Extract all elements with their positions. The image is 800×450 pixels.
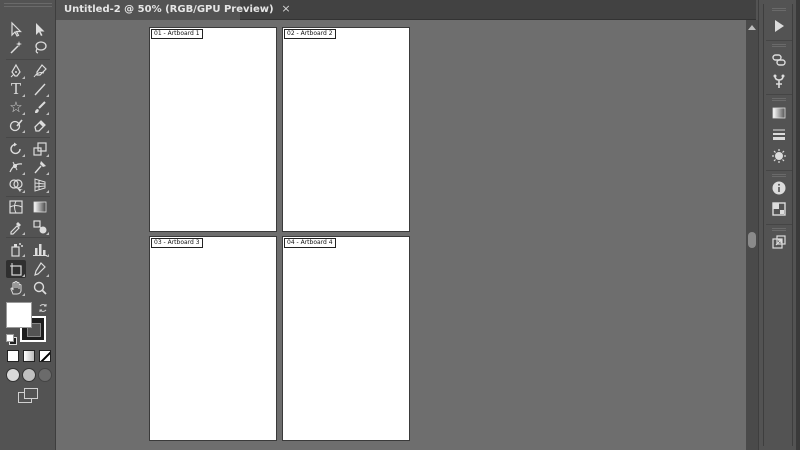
direct-selection-tool-icon[interactable]	[30, 20, 50, 38]
dock-divider	[766, 170, 792, 171]
dock-grip[interactable]	[772, 8, 786, 11]
panel-dock	[758, 0, 800, 450]
toolbar-divider	[6, 196, 50, 197]
color-mode-button[interactable]	[7, 350, 19, 362]
draw-normal-button[interactable]	[6, 368, 20, 382]
blend-tool-icon[interactable]	[30, 218, 50, 236]
dock-column	[763, 4, 793, 446]
shape-builder-tool-icon[interactable]	[6, 176, 26, 194]
pen-tool-icon[interactable]	[6, 62, 26, 80]
libraries-icon[interactable]	[770, 72, 788, 90]
appearance-icon[interactable]	[770, 147, 788, 165]
document-tab[interactable]: Untitled-2 @ 50% (RGB/GPU Preview)	[56, 0, 274, 20]
star-tool-glyph: ☆	[9, 97, 23, 116]
stroke-panel-icon[interactable]	[770, 125, 788, 143]
eraser-tool-icon[interactable]	[30, 116, 50, 134]
dock-edge	[796, 0, 800, 450]
canvas-area[interactable]: 01 - Artboard 1 02 - Artboard 2 03 - Art…	[56, 20, 746, 450]
app-window: T ☆ Untitled-2 @ 50% (RGB/GPU Preview) ×…	[0, 0, 800, 450]
dock-divider	[766, 40, 792, 41]
fill-color-swatch[interactable]	[6, 302, 32, 328]
toolbar-divider	[6, 237, 50, 238]
none-mode-button[interactable]	[39, 350, 51, 362]
change-screen-mode-icon[interactable]	[18, 388, 38, 403]
artboard-tool-icon[interactable]	[6, 260, 26, 278]
curvature-tool-icon[interactable]	[30, 62, 50, 80]
type-tool-glyph: T	[10, 79, 21, 98]
dock-divider	[766, 94, 792, 95]
toolbar-grip[interactable]	[4, 3, 52, 7]
close-icon[interactable]: ×	[280, 2, 292, 16]
selection-tool-icon[interactable]	[6, 20, 26, 38]
swap-fill-stroke-icon[interactable]	[38, 303, 48, 313]
artboard[interactable]: 02 - Artboard 2	[282, 27, 410, 232]
star-tool-icon[interactable]: ☆	[6, 98, 26, 116]
draw-behind-button[interactable]	[22, 368, 36, 382]
eyedropper-tool-icon[interactable]	[6, 218, 26, 236]
lasso-tool-icon[interactable]	[30, 38, 50, 56]
gradient-mode-button[interactable]	[23, 350, 35, 362]
document-tab-bar: Untitled-2 @ 50% (RGB/GPU Preview) ×	[56, 0, 756, 20]
dock-divider	[766, 224, 792, 225]
artboard-label[interactable]: 03 - Artboard 3	[151, 238, 203, 248]
magic-wand-tool-icon[interactable]	[6, 38, 26, 56]
scroll-up-arrow-icon[interactable]	[748, 25, 756, 30]
column-graph-tool-icon[interactable]	[30, 240, 50, 258]
shaper-tool-icon[interactable]	[6, 116, 26, 134]
line-segment-tool-icon[interactable]	[30, 80, 50, 98]
info-icon[interactable]	[770, 179, 788, 197]
toolbar-divider	[6, 59, 50, 60]
scrollbar-thumb[interactable]	[748, 232, 756, 248]
rotate-tool-icon[interactable]	[6, 140, 26, 158]
dock-grip[interactable]	[772, 98, 786, 101]
type-tool-icon[interactable]: T	[6, 80, 26, 98]
perspective-grid-tool-icon[interactable]	[30, 176, 50, 194]
artboard-label[interactable]: 01 - Artboard 1	[151, 29, 203, 39]
gradient-tool-icon[interactable]	[30, 198, 50, 216]
toolbar-divider	[6, 137, 50, 138]
transform-icon[interactable]	[770, 200, 788, 218]
zoom-tool-icon[interactable]	[30, 279, 50, 297]
artboard[interactable]: 03 - Artboard 3	[149, 236, 277, 441]
document-tab-title: Untitled-2 @ 50% (RGB/GPU Preview)	[64, 4, 274, 15]
width-tool-icon[interactable]	[6, 158, 26, 176]
artboard[interactable]: 01 - Artboard 1	[149, 27, 277, 232]
scale-tool-icon[interactable]	[30, 140, 50, 158]
symbol-sprayer-tool-icon[interactable]	[6, 240, 26, 258]
dock-grip[interactable]	[772, 44, 786, 47]
puppet-warp-tool-icon[interactable]	[30, 158, 50, 176]
slice-tool-icon[interactable]	[30, 260, 50, 278]
dock-grip[interactable]	[772, 228, 786, 231]
default-fill-stroke-icon[interactable]	[6, 334, 17, 345]
artboard[interactable]: 04 - Artboard 4	[282, 236, 410, 441]
play-icon[interactable]	[770, 17, 788, 35]
dock-grip[interactable]	[772, 174, 786, 177]
artboard-label[interactable]: 04 - Artboard 4	[284, 238, 336, 248]
gradient-panel-icon[interactable]	[770, 104, 788, 122]
tools-panel: T ☆	[0, 0, 56, 450]
paintbrush-tool-icon[interactable]	[30, 98, 50, 116]
export-icon[interactable]	[770, 233, 788, 251]
vertical-scrollbar[interactable]	[746, 20, 758, 450]
artboard-label[interactable]: 02 - Artboard 2	[284, 29, 336, 39]
hand-tool-icon[interactable]	[6, 279, 26, 297]
mesh-tool-icon[interactable]	[6, 198, 26, 216]
links-icon[interactable]	[770, 51, 788, 69]
draw-inside-button[interactable]	[38, 368, 52, 382]
